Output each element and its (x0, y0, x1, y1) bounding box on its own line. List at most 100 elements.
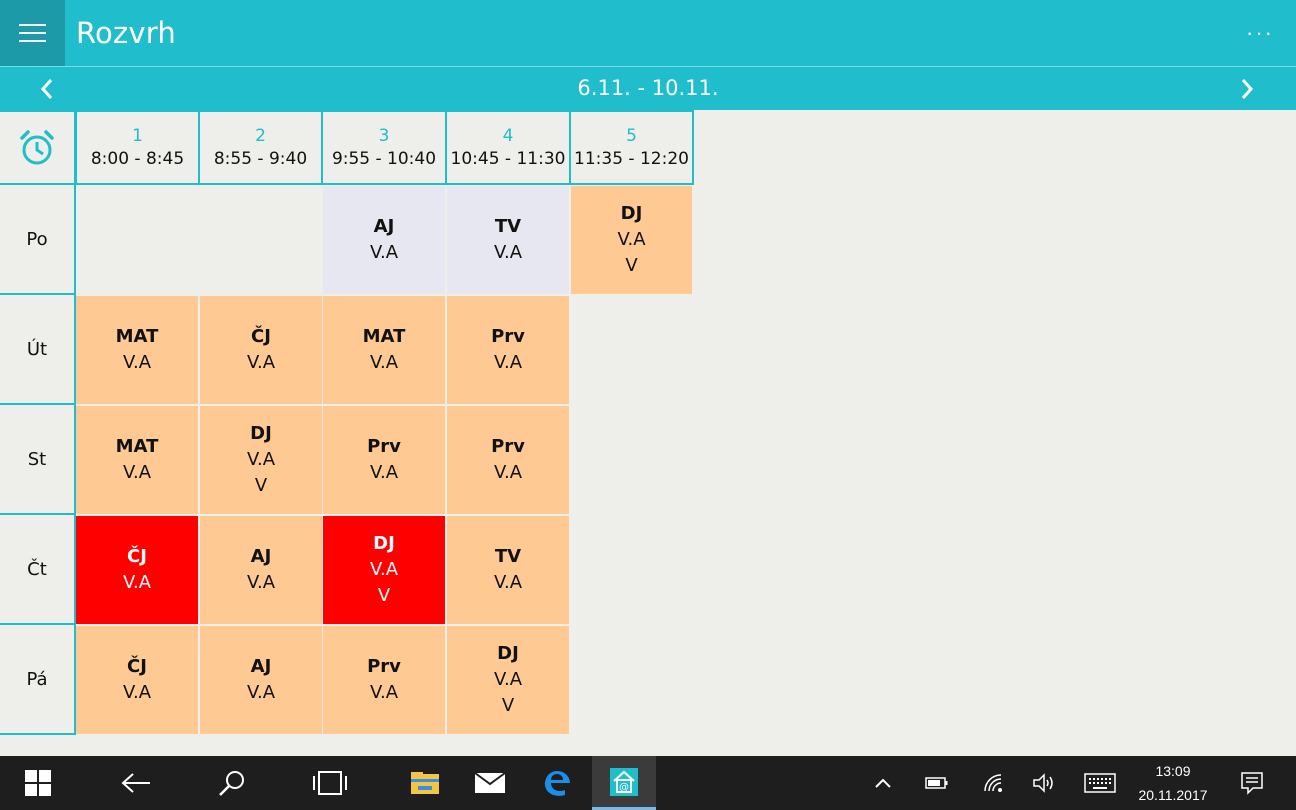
lesson-room: V.A (122, 682, 152, 703)
lesson-room: V.A (369, 242, 399, 263)
chevron-up-icon (875, 778, 891, 788)
lesson-cell[interactable]: Prv V.A (447, 296, 569, 404)
lesson-cell[interactable]: Prv V.A (447, 406, 569, 514)
lesson-subject: DJ (497, 643, 519, 664)
back-icon (121, 773, 150, 793)
file-explorer-button[interactable] (395, 756, 455, 810)
volume-icon (1033, 773, 1053, 793)
lesson-subject: AJ (250, 546, 272, 567)
hamburger-menu-button[interactable] (0, 0, 65, 66)
lesson-room: V.A (493, 669, 523, 690)
period-header-3: 3 9:55 - 10:40 (321, 110, 447, 185)
lesson-cell-cancelled[interactable]: ČJ V.A (76, 516, 198, 624)
lesson-cell[interactable]: AJ V.A (323, 186, 445, 294)
lesson-subject: TV (494, 216, 522, 237)
lesson-subject: DJ (620, 203, 643, 224)
hamburger-line (19, 40, 46, 42)
period-header-5: 5 11:35 - 12:20 (569, 110, 694, 185)
lesson-room: V.A (493, 572, 523, 593)
lesson-cell[interactable]: ČJ V.A (76, 626, 198, 734)
app-icon: @ (610, 767, 638, 796)
lesson-cell[interactable]: Prv V.A (323, 406, 445, 514)
hamburger-line (19, 32, 46, 34)
week-range-label: 6.11. - 10.11. (577, 76, 719, 100)
lesson-room: V.A (369, 462, 399, 483)
lesson-cell[interactable]: MAT V.A (323, 296, 445, 404)
lesson-cell[interactable]: MAT V.A (76, 296, 198, 404)
network-status-button[interactable] (976, 756, 1010, 810)
lesson-cell[interactable]: TV V.A (447, 186, 569, 294)
timetable-app-button[interactable]: @ (592, 756, 656, 810)
action-center-button[interactable] (1232, 756, 1272, 810)
lesson-subject: AJ (250, 656, 272, 677)
period-time: 9:55 - 10:40 (331, 149, 437, 169)
edge-browser-button[interactable] (527, 756, 587, 810)
period-number: 1 (132, 126, 143, 146)
volume-button[interactable] (1027, 756, 1061, 810)
period-header-2: 2 8:55 - 9:40 (198, 110, 323, 185)
wifi-icon (984, 774, 1002, 792)
notification-icon (1241, 772, 1263, 795)
keyboard-icon (1084, 773, 1116, 793)
search-icon (219, 771, 244, 796)
period-time: 8:55 - 9:40 (213, 149, 308, 169)
lesson-room: V.A (493, 242, 523, 263)
day-label-st: St (0, 405, 76, 515)
day-label-po: Po (0, 185, 76, 295)
lesson-cell-cancelled[interactable]: DJ V.A V (323, 516, 445, 624)
lesson-subject: TV (494, 546, 522, 567)
lesson-room: V.A (122, 572, 152, 593)
lesson-subject: MAT (115, 326, 159, 347)
back-button[interactable] (106, 756, 166, 810)
lesson-room: V.A (493, 352, 523, 373)
svg-text:@: @ (619, 782, 629, 793)
lesson-cell[interactable]: DJ V.A V (571, 186, 692, 294)
lesson-group: V (254, 475, 268, 496)
clock-date: 20.11.2017 (1138, 787, 1208, 803)
lesson-room: V.A (617, 229, 646, 250)
start-button[interactable] (0, 756, 76, 810)
lesson-cell[interactable]: MAT V.A (76, 406, 198, 514)
battery-status-button[interactable] (920, 756, 954, 810)
touch-keyboard-button[interactable] (1080, 756, 1120, 810)
task-view-icon (313, 771, 347, 795)
lesson-room: V.A (246, 682, 276, 703)
lesson-room: V.A (369, 559, 399, 580)
clock-button[interactable]: 13:09 20.11.2017 (1118, 756, 1228, 810)
lesson-cell[interactable]: AJ V.A (200, 516, 322, 624)
lesson-cell[interactable]: AJ V.A (200, 626, 322, 734)
lesson-subject: DJ (373, 533, 395, 554)
lesson-cell[interactable]: Prv V.A (323, 626, 445, 734)
more-options-button[interactable]: ··· (1246, 20, 1274, 46)
show-hidden-icons-button[interactable] (866, 756, 900, 810)
chevron-right-icon (1241, 79, 1254, 99)
page-title: Rozvrh (76, 16, 176, 50)
lesson-cell[interactable]: TV V.A (447, 516, 569, 624)
period-time: 10:45 - 11:30 (450, 149, 566, 169)
period-number: 4 (502, 126, 514, 146)
lesson-subject: DJ (250, 423, 272, 444)
hamburger-line (19, 24, 46, 26)
file-explorer-icon (411, 772, 439, 794)
lesson-group: V (501, 695, 515, 716)
alarm-clock-cell (0, 110, 76, 185)
lesson-cell[interactable]: ČJ V.A (200, 296, 322, 404)
lesson-group: V (377, 585, 391, 606)
period-number: 5 (626, 126, 637, 146)
lesson-room: V.A (122, 352, 152, 373)
lesson-room: V.A (369, 352, 399, 373)
period-time: 8:00 - 8:45 (90, 149, 185, 169)
lesson-room: V.A (369, 682, 399, 703)
search-button[interactable] (202, 756, 262, 810)
week-navigation-bar: 6.11. - 10.11. (0, 66, 1296, 110)
clock-time: 13:09 (1155, 763, 1191, 779)
lesson-cell[interactable]: DJ V.A V (200, 406, 322, 514)
mail-button[interactable] (460, 756, 520, 810)
lesson-cell[interactable]: DJ V.A V (447, 626, 569, 734)
lesson-subject: ČJ (127, 546, 147, 567)
period-number: 3 (378, 126, 390, 146)
lesson-subject: AJ (373, 216, 395, 237)
task-view-button[interactable] (300, 756, 360, 810)
lesson-group: V (625, 255, 638, 276)
next-week-button[interactable] (1232, 75, 1262, 103)
